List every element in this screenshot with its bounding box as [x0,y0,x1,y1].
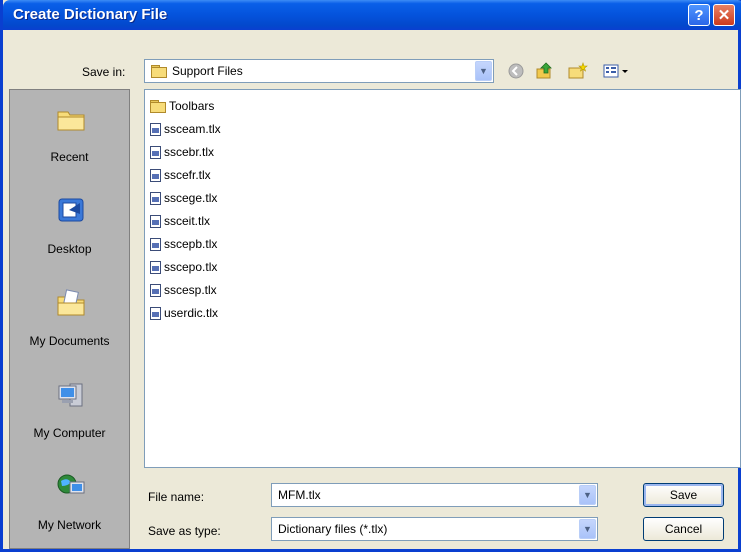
place-label: My Documents [29,334,110,348]
place-my-network[interactable]: My Network [10,458,129,550]
list-item[interactable]: sscepb.tlx [150,234,217,254]
list-item[interactable]: sscege.tlx [150,188,217,208]
places-bar: Recent Desktop My Documents My Computer … [9,89,130,549]
close-button[interactable]: ✕ [713,4,735,26]
file-name: ssceam.tlx [164,122,221,136]
dictionary-file-icon [150,237,161,251]
back-icon[interactable] [506,61,526,81]
up-folder-icon[interactable] [533,61,555,81]
place-label: My Computer [33,426,106,440]
list-item[interactable]: ssceam.tlx [150,119,221,139]
file-name: userdic.tlx [164,306,219,320]
folder-icon [151,65,167,78]
dialog-window: Create Dictionary File ? ✕ Save in: Supp… [0,0,741,552]
file-name: sscege.tlx [164,191,218,205]
dictionary-file-icon [150,122,161,136]
file-name: sscefr.tlx [164,168,211,182]
list-item[interactable]: ssceit.tlx [150,211,210,231]
dictionary-file-icon [150,191,161,205]
save-in-label: Save in: [82,65,126,79]
list-item[interactable]: sscefr.tlx [150,165,211,185]
view-menu-icon[interactable] [600,61,632,81]
folder-icon [150,100,166,113]
file-name: sscebr.tlx [164,145,215,159]
file-name-field[interactable]: MFM.tlx ▼ [271,483,598,507]
window-title: Create Dictionary File [13,6,168,23]
help-button[interactable]: ? [688,4,710,26]
file-name-value: MFM.tlx [278,488,321,502]
dictionary-file-icon [150,214,161,228]
place-desktop[interactable]: Desktop [10,182,129,274]
save-in-value: Support Files [172,64,243,78]
close-icon: ✕ [717,7,731,24]
my-network-icon [56,472,86,502]
save-as-type-value: Dictionary files (*.tlx) [278,522,388,536]
my-documents-icon [56,288,86,318]
chevron-down-icon[interactable]: ▼ [579,519,596,539]
file-name: sscepo.tlx [164,260,218,274]
place-label: My Network [37,518,102,532]
file-name: Toolbars [169,99,215,113]
chevron-down-icon[interactable]: ▼ [475,61,492,81]
new-folder-icon[interactable] [566,61,590,81]
dictionary-file-icon [150,145,161,159]
cancel-button[interactable]: Cancel [643,517,724,541]
dictionary-file-icon [150,168,161,182]
recent-icon [56,104,86,134]
list-item[interactable]: userdic.tlx [150,303,218,323]
chevron-down-icon[interactable]: ▼ [579,485,596,505]
file-name: sscesp.tlx [164,283,217,297]
save-in-dropdown[interactable]: Support Files ▼ [144,59,494,83]
place-label: Recent [50,150,89,164]
my-computer-icon [56,380,86,410]
list-item[interactable]: sscebr.tlx [150,142,214,162]
place-my-documents[interactable]: My Documents [10,274,129,366]
title-bar[interactable]: Create Dictionary File ? ✕ [3,0,741,30]
dictionary-file-icon [150,283,161,297]
place-recent[interactable]: Recent [10,90,129,182]
save-as-type-label: Save as type: [148,524,221,538]
file-name: ssceit.tlx [164,214,211,228]
file-list[interactable]: Toolbars ssceam.tlx sscebr.tlx sscefr.tl… [144,89,741,468]
save-as-type-dropdown[interactable]: Dictionary files (*.tlx) ▼ [271,517,598,541]
list-item-toolbars[interactable]: Toolbars [150,96,214,116]
dictionary-file-icon [150,260,161,274]
place-label: Desktop [47,242,92,256]
list-item[interactable]: sscesp.tlx [150,280,217,300]
place-my-computer[interactable]: My Computer [10,366,129,458]
desktop-icon [56,196,86,226]
list-item[interactable]: sscepo.tlx [150,257,217,277]
file-name-label: File name: [148,490,205,504]
save-button[interactable]: Save [643,483,724,507]
file-name: sscepb.tlx [164,237,218,251]
dictionary-file-icon [150,306,161,320]
